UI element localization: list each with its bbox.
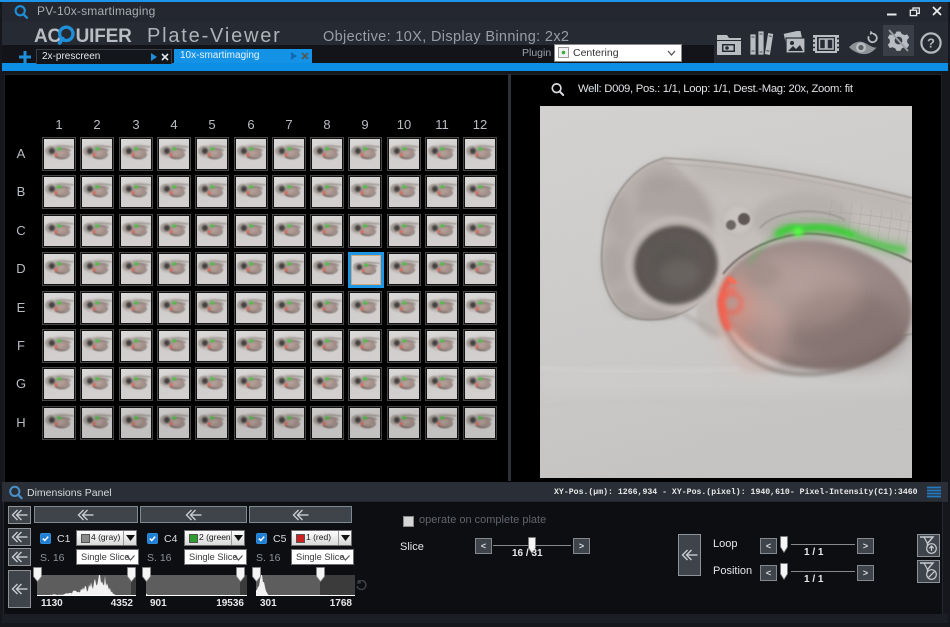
svg-text:?: ?	[927, 36, 935, 51]
